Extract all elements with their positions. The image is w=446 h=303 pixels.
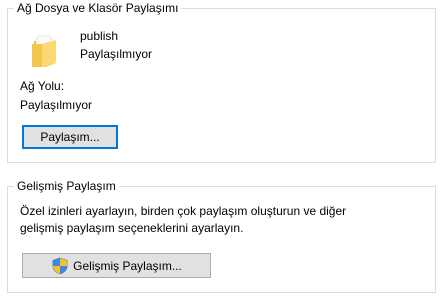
- advanced-sharing-description-line1: Özel izinleri ayarlayın, birden çok payl…: [20, 204, 347, 218]
- folder-share-status: Paylaşılmıyor: [80, 47, 153, 61]
- advanced-sharing-group: Gelişmiş Paylaşım Özel izinleri ayarlayı…: [7, 179, 436, 293]
- advanced-sharing-description-line2: gelişmiş paylaşım seçeneklerini ayarlayı…: [20, 221, 244, 235]
- advanced-sharing-title: Gelişmiş Paylaşım: [14, 179, 119, 194]
- advanced-sharing-button[interactable]: Gelişmiş Paylaşım...: [22, 253, 211, 278]
- folder-name: publish: [80, 29, 119, 43]
- network-sharing-group: Ağ Dosya ve Klasör Paylaşımı publish Pay…: [7, 1, 436, 163]
- network-path-label: Ağ Yolu:: [20, 79, 65, 93]
- folder-icon: [32, 35, 56, 67]
- uac-shield-icon: [52, 257, 68, 274]
- share-button-label: Paylaşım...: [40, 130, 100, 144]
- network-path-value: Paylaşılmıyor: [20, 98, 93, 112]
- share-button[interactable]: Paylaşım...: [22, 125, 118, 149]
- advanced-sharing-button-label: Gelişmiş Paylaşım...: [73, 258, 182, 273]
- network-sharing-title: Ağ Dosya ve Klasör Paylaşımı: [14, 1, 182, 16]
